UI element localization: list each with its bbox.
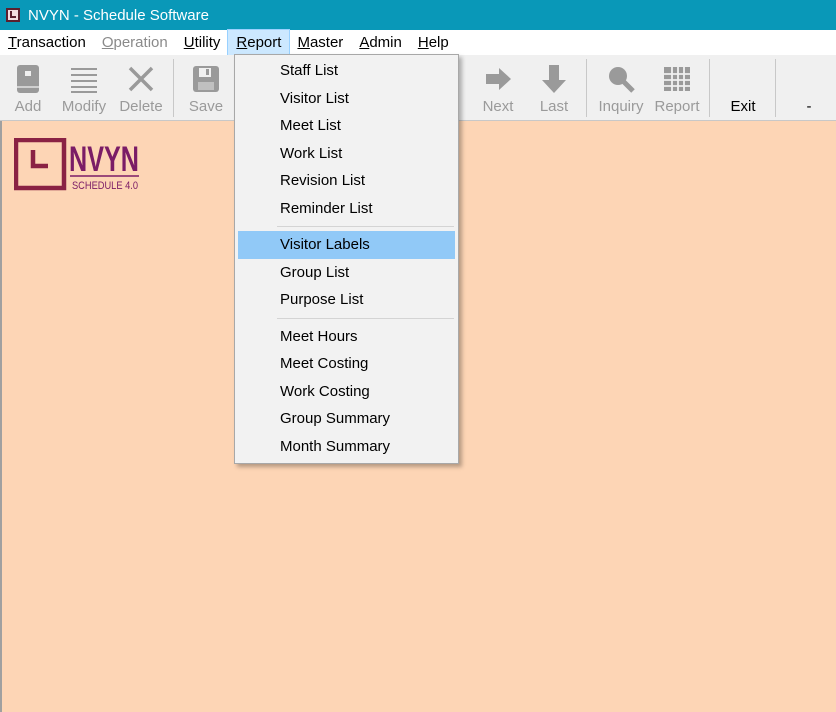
menu-item-reminder-list[interactable]: Reminder List [238, 195, 455, 223]
menu-item-meet-costing[interactable]: Meet Costing [238, 350, 455, 378]
minimize-label: - [806, 98, 812, 115]
menu-master[interactable]: Master [289, 30, 351, 55]
menu-item-meet-hours[interactable]: Meet Hours [238, 323, 455, 351]
delete-button[interactable]: Delete [116, 55, 166, 121]
title-bar: NVYN - Schedule Software [0, 0, 836, 30]
menu-item-revision-list[interactable]: Revision List [238, 167, 455, 195]
menu-help[interactable]: Help [410, 30, 457, 55]
menu-item-group-list[interactable]: Group List [238, 259, 455, 287]
toolbar-separator [709, 59, 710, 117]
toolbar-separator [173, 59, 174, 117]
menu-report[interactable]: Report [227, 29, 291, 56]
exit-button[interactable]: Exit [720, 55, 766, 121]
exit-label: Exit [730, 98, 756, 115]
report-menu-dropdown: Staff List Visitor List Meet List Work L… [234, 54, 459, 464]
menu-admin[interactable]: Admin [351, 30, 410, 55]
arrow-right-icon [482, 63, 514, 95]
menu-operation[interactable]: Operation [94, 30, 176, 55]
next-button[interactable]: Next [476, 55, 520, 121]
book-icon [12, 63, 44, 95]
menu-item-meet-list[interactable]: Meet List [238, 112, 455, 140]
menu-item-visitor-labels[interactable]: Visitor Labels [238, 231, 455, 259]
logo-name: NVYN [69, 140, 139, 179]
close-x-icon [125, 63, 157, 95]
menu-item-visitor-list[interactable]: Visitor List [238, 85, 455, 113]
menu-separator [277, 317, 454, 319]
toolbar-separator [586, 59, 587, 117]
modify-label: Modify [61, 98, 107, 115]
modify-button[interactable]: Modify [58, 55, 110, 121]
window-title: NVYN - Schedule Software [28, 6, 209, 24]
menu-item-purpose-list[interactable]: Purpose List [238, 286, 455, 314]
menu-item-work-list[interactable]: Work List [238, 140, 455, 168]
list-icon [68, 63, 100, 95]
inquiry-label: Inquiry [598, 98, 644, 115]
menu-item-staff-list[interactable]: Staff List [238, 57, 455, 85]
add-button[interactable]: Add [6, 55, 50, 121]
app-clock-icon [6, 8, 20, 22]
menu-bar: Transaction Operation Utility Report Mas… [0, 29, 836, 56]
logo-clock-hands [30, 150, 48, 169]
menu-item-work-costing[interactable]: Work Costing [238, 378, 455, 406]
next-label: Next [482, 98, 514, 115]
report-label: Report [654, 98, 700, 115]
nvyn-schedule-logo: NVYN SCHEDULE 4.0 [14, 138, 139, 192]
menu-item-month-summary[interactable]: Month Summary [238, 433, 455, 461]
report-button[interactable]: Report [652, 55, 702, 121]
minimize-button[interactable]: - [790, 55, 828, 121]
add-label: Add [14, 98, 42, 115]
toolbar-separator [775, 59, 776, 117]
logo-subtitle: SCHEDULE 4.0 [72, 180, 138, 192]
delete-label: Delete [119, 98, 163, 115]
save-button[interactable]: Save [184, 55, 228, 121]
menu-separator [277, 226, 454, 227]
arrow-down-icon [538, 63, 570, 95]
grid-icon [661, 63, 693, 95]
menu-item-group-summary[interactable]: Group Summary [238, 405, 455, 433]
inquiry-button[interactable]: Inquiry [594, 55, 648, 121]
floppy-disk-icon [190, 63, 222, 95]
last-button[interactable]: Last [534, 55, 574, 121]
magnifier-icon [605, 63, 637, 95]
menu-utility[interactable]: Utility [176, 30, 229, 55]
last-label: Last [539, 98, 569, 115]
save-label: Save [188, 98, 224, 115]
menu-transaction[interactable]: Transaction [0, 30, 94, 55]
